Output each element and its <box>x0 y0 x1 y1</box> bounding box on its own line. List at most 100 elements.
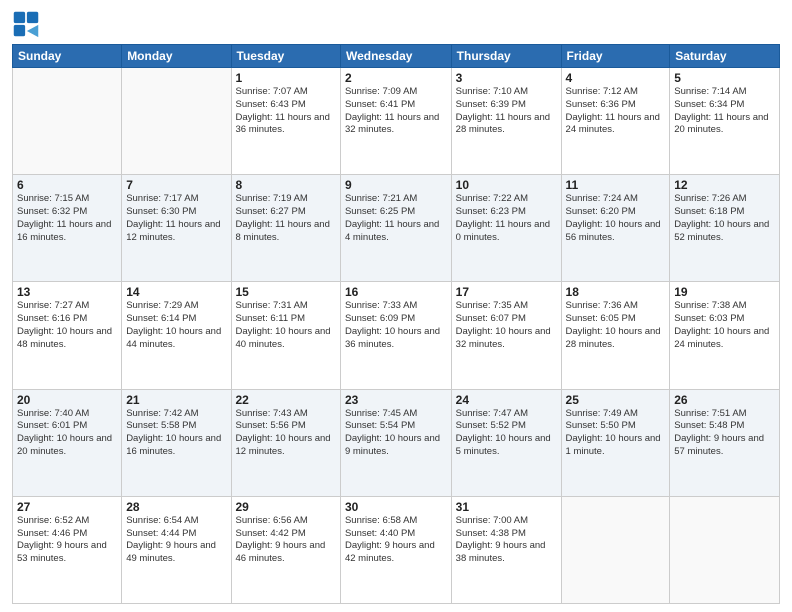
day-info: Sunrise: 7:15 AM Sunset: 6:32 PM Dayligh… <box>17 193 117 244</box>
week-row-3: 20Sunrise: 7:40 AM Sunset: 6:01 PM Dayli… <box>13 389 780 496</box>
calendar-cell <box>122 68 231 175</box>
day-number: 18 <box>566 285 666 299</box>
day-info: Sunrise: 7:35 AM Sunset: 6:07 PM Dayligh… <box>456 300 557 351</box>
weekday-header-thursday: Thursday <box>451 45 561 68</box>
calendar-cell: 31Sunrise: 7:00 AM Sunset: 4:38 PM Dayli… <box>451 496 561 603</box>
day-number: 13 <box>17 285 117 299</box>
calendar-cell: 25Sunrise: 7:49 AM Sunset: 5:50 PM Dayli… <box>561 389 670 496</box>
day-number: 29 <box>236 500 336 514</box>
calendar-cell: 28Sunrise: 6:54 AM Sunset: 4:44 PM Dayli… <box>122 496 231 603</box>
week-row-1: 6Sunrise: 7:15 AM Sunset: 6:32 PM Daylig… <box>13 175 780 282</box>
day-info: Sunrise: 7:40 AM Sunset: 6:01 PM Dayligh… <box>17 408 117 459</box>
day-info: Sunrise: 7:26 AM Sunset: 6:18 PM Dayligh… <box>674 193 775 244</box>
day-info: Sunrise: 7:00 AM Sunset: 4:38 PM Dayligh… <box>456 515 557 566</box>
day-info: Sunrise: 7:29 AM Sunset: 6:14 PM Dayligh… <box>126 300 226 351</box>
day-number: 31 <box>456 500 557 514</box>
calendar-cell: 1Sunrise: 7:07 AM Sunset: 6:43 PM Daylig… <box>231 68 340 175</box>
day-info: Sunrise: 7:36 AM Sunset: 6:05 PM Dayligh… <box>566 300 666 351</box>
weekday-header-monday: Monday <box>122 45 231 68</box>
calendar-cell: 3Sunrise: 7:10 AM Sunset: 6:39 PM Daylig… <box>451 68 561 175</box>
weekday-header-tuesday: Tuesday <box>231 45 340 68</box>
day-info: Sunrise: 7:17 AM Sunset: 6:30 PM Dayligh… <box>126 193 226 244</box>
day-number: 17 <box>456 285 557 299</box>
calendar-cell: 13Sunrise: 7:27 AM Sunset: 6:16 PM Dayli… <box>13 282 122 389</box>
day-info: Sunrise: 7:38 AM Sunset: 6:03 PM Dayligh… <box>674 300 775 351</box>
weekday-row: SundayMondayTuesdayWednesdayThursdayFrid… <box>13 45 780 68</box>
calendar-cell: 7Sunrise: 7:17 AM Sunset: 6:30 PM Daylig… <box>122 175 231 282</box>
day-info: Sunrise: 6:56 AM Sunset: 4:42 PM Dayligh… <box>236 515 336 566</box>
day-info: Sunrise: 7:12 AM Sunset: 6:36 PM Dayligh… <box>566 86 666 137</box>
calendar-cell: 4Sunrise: 7:12 AM Sunset: 6:36 PM Daylig… <box>561 68 670 175</box>
day-info: Sunrise: 7:27 AM Sunset: 6:16 PM Dayligh… <box>17 300 117 351</box>
calendar-cell: 9Sunrise: 7:21 AM Sunset: 6:25 PM Daylig… <box>340 175 451 282</box>
calendar-cell: 30Sunrise: 6:58 AM Sunset: 4:40 PM Dayli… <box>340 496 451 603</box>
calendar-cell: 19Sunrise: 7:38 AM Sunset: 6:03 PM Dayli… <box>670 282 780 389</box>
calendar-cell: 17Sunrise: 7:35 AM Sunset: 6:07 PM Dayli… <box>451 282 561 389</box>
day-info: Sunrise: 6:54 AM Sunset: 4:44 PM Dayligh… <box>126 515 226 566</box>
day-number: 23 <box>345 393 447 407</box>
calendar-header: SundayMondayTuesdayWednesdayThursdayFrid… <box>13 45 780 68</box>
calendar-page: SundayMondayTuesdayWednesdayThursdayFrid… <box>0 0 792 612</box>
day-info: Sunrise: 7:21 AM Sunset: 6:25 PM Dayligh… <box>345 193 447 244</box>
logo-icon <box>12 10 40 38</box>
day-info: Sunrise: 7:49 AM Sunset: 5:50 PM Dayligh… <box>566 408 666 459</box>
day-number: 11 <box>566 178 666 192</box>
weekday-header-wednesday: Wednesday <box>340 45 451 68</box>
day-info: Sunrise: 7:42 AM Sunset: 5:58 PM Dayligh… <box>126 408 226 459</box>
day-info: Sunrise: 7:45 AM Sunset: 5:54 PM Dayligh… <box>345 408 447 459</box>
day-info: Sunrise: 7:22 AM Sunset: 6:23 PM Dayligh… <box>456 193 557 244</box>
day-number: 9 <box>345 178 447 192</box>
logo <box>12 10 44 38</box>
day-number: 25 <box>566 393 666 407</box>
day-number: 15 <box>236 285 336 299</box>
day-number: 1 <box>236 71 336 85</box>
calendar-cell: 8Sunrise: 7:19 AM Sunset: 6:27 PM Daylig… <box>231 175 340 282</box>
calendar-cell: 14Sunrise: 7:29 AM Sunset: 6:14 PM Dayli… <box>122 282 231 389</box>
calendar-cell: 2Sunrise: 7:09 AM Sunset: 6:41 PM Daylig… <box>340 68 451 175</box>
calendar-cell: 16Sunrise: 7:33 AM Sunset: 6:09 PM Dayli… <box>340 282 451 389</box>
weekday-header-saturday: Saturday <box>670 45 780 68</box>
calendar-cell: 22Sunrise: 7:43 AM Sunset: 5:56 PM Dayli… <box>231 389 340 496</box>
calendar-cell: 26Sunrise: 7:51 AM Sunset: 5:48 PM Dayli… <box>670 389 780 496</box>
day-number: 28 <box>126 500 226 514</box>
calendar-cell: 12Sunrise: 7:26 AM Sunset: 6:18 PM Dayli… <box>670 175 780 282</box>
calendar-cell: 20Sunrise: 7:40 AM Sunset: 6:01 PM Dayli… <box>13 389 122 496</box>
calendar-cell <box>561 496 670 603</box>
weekday-header-friday: Friday <box>561 45 670 68</box>
day-number: 7 <box>126 178 226 192</box>
calendar-cell: 18Sunrise: 7:36 AM Sunset: 6:05 PM Dayli… <box>561 282 670 389</box>
day-number: 16 <box>345 285 447 299</box>
day-info: Sunrise: 6:52 AM Sunset: 4:46 PM Dayligh… <box>17 515 117 566</box>
day-number: 6 <box>17 178 117 192</box>
day-info: Sunrise: 7:33 AM Sunset: 6:09 PM Dayligh… <box>345 300 447 351</box>
day-info: Sunrise: 7:43 AM Sunset: 5:56 PM Dayligh… <box>236 408 336 459</box>
weekday-header-sunday: Sunday <box>13 45 122 68</box>
calendar-cell: 27Sunrise: 6:52 AM Sunset: 4:46 PM Dayli… <box>13 496 122 603</box>
calendar-cell: 24Sunrise: 7:47 AM Sunset: 5:52 PM Dayli… <box>451 389 561 496</box>
day-number: 24 <box>456 393 557 407</box>
calendar-cell: 21Sunrise: 7:42 AM Sunset: 5:58 PM Dayli… <box>122 389 231 496</box>
day-number: 30 <box>345 500 447 514</box>
day-number: 8 <box>236 178 336 192</box>
day-info: Sunrise: 7:19 AM Sunset: 6:27 PM Dayligh… <box>236 193 336 244</box>
day-number: 20 <box>17 393 117 407</box>
day-info: Sunrise: 7:24 AM Sunset: 6:20 PM Dayligh… <box>566 193 666 244</box>
week-row-4: 27Sunrise: 6:52 AM Sunset: 4:46 PM Dayli… <box>13 496 780 603</box>
day-number: 10 <box>456 178 557 192</box>
calendar-cell: 23Sunrise: 7:45 AM Sunset: 5:54 PM Dayli… <box>340 389 451 496</box>
calendar-cell: 15Sunrise: 7:31 AM Sunset: 6:11 PM Dayli… <box>231 282 340 389</box>
calendar-cell <box>670 496 780 603</box>
day-number: 5 <box>674 71 775 85</box>
day-number: 2 <box>345 71 447 85</box>
day-info: Sunrise: 7:07 AM Sunset: 6:43 PM Dayligh… <box>236 86 336 137</box>
day-number: 27 <box>17 500 117 514</box>
day-number: 12 <box>674 178 775 192</box>
day-number: 21 <box>126 393 226 407</box>
day-number: 3 <box>456 71 557 85</box>
day-info: Sunrise: 7:09 AM Sunset: 6:41 PM Dayligh… <box>345 86 447 137</box>
header <box>12 10 780 38</box>
week-row-0: 1Sunrise: 7:07 AM Sunset: 6:43 PM Daylig… <box>13 68 780 175</box>
calendar-cell <box>13 68 122 175</box>
day-info: Sunrise: 7:47 AM Sunset: 5:52 PM Dayligh… <box>456 408 557 459</box>
calendar-cell: 29Sunrise: 6:56 AM Sunset: 4:42 PM Dayli… <box>231 496 340 603</box>
